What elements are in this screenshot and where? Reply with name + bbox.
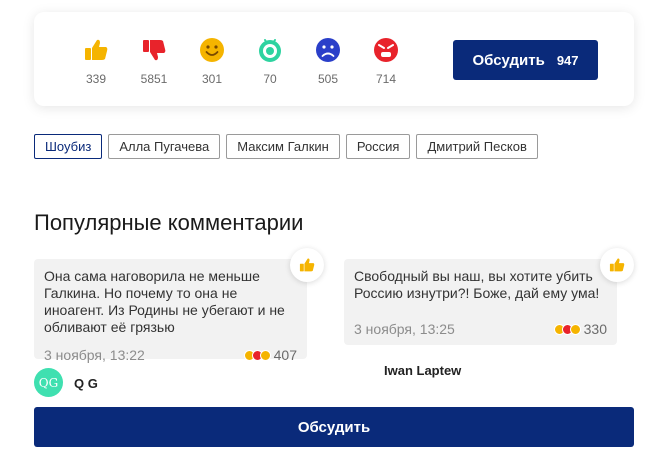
comment-text: Свободный вы наш, вы хотите убить Россию… [354,268,600,301]
surprised-icon [259,39,281,62]
reaction-smile[interactable]: 301 [192,36,232,96]
comment-reactions-count: 407 [273,347,297,363]
comment-author[interactable]: Q G [74,376,98,391]
reaction-thumbs-up[interactable]: 339 [76,36,116,96]
tag-showbiz[interactable]: Шоубиз [34,134,103,159]
reaction-thumbs-down[interactable]: 5851 [134,36,174,96]
comment-date: 3 ноября, 13:25 [354,321,455,337]
comment-card: Она сама наговорила не меньше Галкина. Н… [34,259,307,363]
comment-reactions[interactable]: 407 [243,347,297,363]
thumbs-up-icon [299,258,315,272]
angry-icon [374,38,398,62]
tag-alla-pugacheva[interactable]: Алла Пугачева [108,134,221,159]
reaction-count: 714 [375,72,397,86]
reaction-count: 5851 [140,72,168,86]
reaction-count: 505 [317,72,339,86]
reaction-sad[interactable]: 505 [308,36,348,96]
comment-date: 3 ноября, 13:22 [44,347,145,363]
reaction-surprised[interactable]: 70 [250,36,290,96]
sad-icon [316,38,340,62]
comment-text: Она сама наговорила не меньше Галкина. Н… [44,268,285,335]
thumbs-up-icon [85,39,108,60]
comment-reactions-count: 330 [583,321,607,337]
thumbs-up-icon [609,258,625,272]
reaction-count: 339 [85,72,107,86]
discuss-label: Обсудить [472,51,545,69]
tag-maxim-galkin[interactable]: Максим Галкин [226,134,340,159]
comments-count: 947 [556,52,579,68]
comment-like-button[interactable] [600,248,634,282]
comment-reactions[interactable]: 330 [553,321,607,337]
discuss-button-bottom[interactable]: Обсудить [34,407,634,447]
comment-like-button[interactable] [290,248,324,282]
thumbs-down-icon [143,40,166,61]
reactions-card: 339 5851 301 70 505 714 Обсудить 947 [34,12,634,106]
popular-comments-title: Популярные комментарии [34,210,304,235]
reactions-summary-icon [243,349,271,361]
comment-card: Свободный вы наш, вы хотите убить Россию… [344,259,617,345]
tag-russia[interactable]: Россия [345,134,411,159]
comment-meta: 3 ноября, 13:22 407 [44,347,297,363]
reaction-count: 301 [201,72,223,86]
smile-icon [200,38,224,62]
discuss-button-top[interactable]: Обсудить 947 [453,40,598,80]
reaction-angry[interactable]: 714 [366,36,406,96]
comment-meta: 3 ноября, 13:25 330 [354,321,607,337]
tag-list: Шоубиз Алла Пугачева Максим Галкин Росси… [34,134,538,159]
reaction-count: 70 [263,72,277,86]
tag-dmitry-peskov[interactable]: Дмитрий Песков [416,134,538,159]
avatar[interactable]: QG [34,368,63,397]
comment-author[interactable]: Iwan Laptew [384,363,461,378]
reactions-summary-icon [553,323,581,335]
